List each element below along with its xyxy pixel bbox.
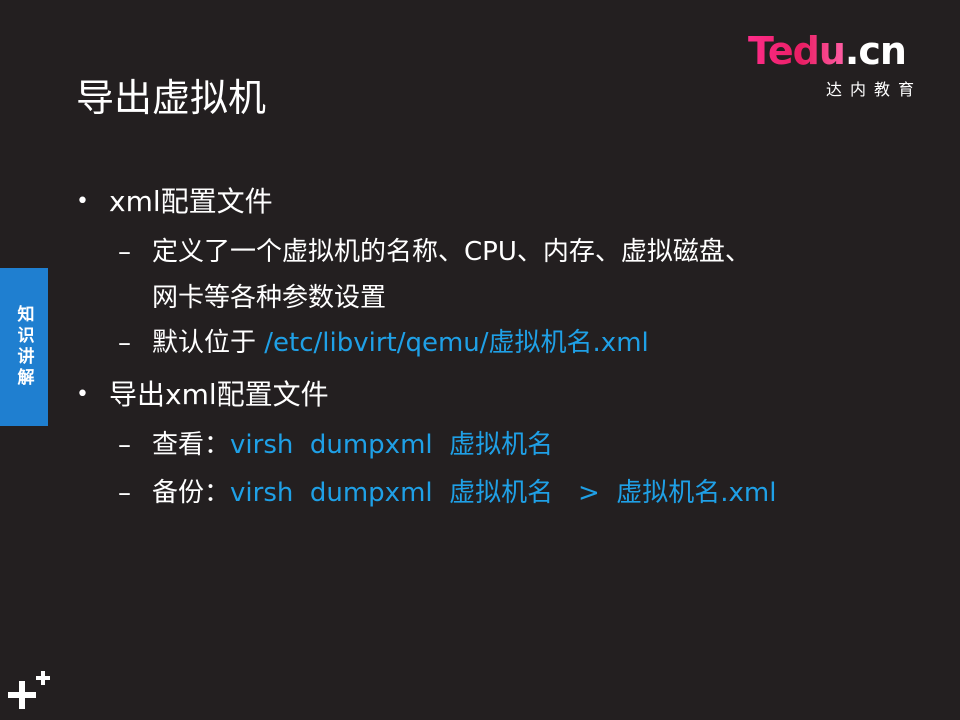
side-tab: 知识讲解 bbox=[0, 268, 48, 426]
plus-icon bbox=[8, 671, 50, 709]
bullet-dot-icon: • bbox=[76, 189, 89, 214]
dash-icon: – bbox=[118, 430, 131, 460]
bullet-text: 导出xml配置文件 bbox=[109, 378, 329, 411]
path-highlight: /etc/libvirt/qemu/虚拟机名.xml bbox=[264, 328, 649, 358]
command-highlight: virsh dumpxml 虚拟机名 bbox=[230, 430, 554, 460]
dash-icon: – bbox=[118, 478, 131, 508]
sub-bullet-prefix: 备份： bbox=[152, 478, 231, 508]
command-highlight: virsh dumpxml 虚拟机名 > 虚拟机名.xml bbox=[230, 478, 777, 508]
logo-wordmark: Tedu.cn bbox=[748, 28, 907, 74]
tedu-logo: Tedu.cn 达内教育 bbox=[748, 28, 938, 100]
side-tab-label: 知识讲解 bbox=[13, 305, 34, 389]
bullet-dot-icon: • bbox=[76, 382, 89, 407]
dash-icon: – bbox=[118, 237, 131, 267]
sub-bullet-text: 定义了一个虚拟机的名称、CPU、内存、虚拟磁盘、 bbox=[152, 237, 751, 267]
sub-bullet-text: 默认位于 /etc/libvirt/qemu/虚拟机名.xml bbox=[152, 326, 649, 360]
sub-bullet-text: 备份：virsh dumpxml 虚拟机名 > 虚拟机名.xml bbox=[152, 476, 776, 510]
slide: Tedu.cn 达内教育 导出虚拟机 知识讲解 • xml配置文件 – 定义了一… bbox=[0, 0, 960, 720]
sub-bullet-text: 查看：virsh dumpxml 虚拟机名 bbox=[152, 428, 553, 462]
bullet-text: xml配置文件 bbox=[109, 185, 273, 218]
sub-bullet-text: 网卡等各种参数设置 bbox=[152, 283, 387, 313]
slide-title: 导出虚拟机 bbox=[76, 76, 267, 120]
logo-subtitle: 达内教育 bbox=[826, 80, 923, 99]
sub-bullet-prefix: 默认位于 bbox=[152, 328, 265, 358]
logo-brand-main: Tedu bbox=[748, 29, 846, 73]
logo-brand-suffix: .cn bbox=[844, 29, 907, 73]
dash-icon: – bbox=[118, 328, 131, 358]
sub-bullet-prefix: 查看： bbox=[152, 430, 231, 460]
